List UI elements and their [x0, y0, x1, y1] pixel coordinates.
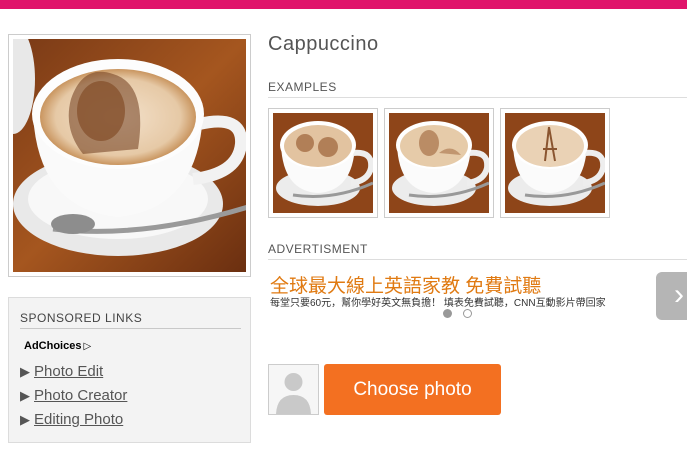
- top-brand-bar: [0, 0, 687, 9]
- ad-description: 每堂只要60元，幫你學好英文無負擔！ 填表免費試聽，CNN互動影片帶回家: [270, 298, 606, 309]
- examples-label: EXAMPLES: [268, 80, 337, 94]
- adchoices-icon: ▷: [83, 341, 92, 352]
- choose-photo-button[interactable]: Choose photo: [324, 364, 501, 415]
- play-arrow-icon: ▶: [20, 412, 30, 427]
- play-arrow-icon: ▶: [20, 388, 30, 403]
- avatar-placeholder: [276, 373, 311, 414]
- chevron-right-icon[interactable]: ›: [656, 272, 687, 320]
- adchoices-link[interactable]: AdChoices ▷: [24, 340, 91, 352]
- example-thumbnail[interactable]: [500, 108, 610, 218]
- sponsored-links-title: SPONSORED LINKS: [20, 311, 143, 325]
- sponsored-link-photo-creator[interactable]: ▶ Photo Creator: [20, 387, 127, 404]
- effect-preview-image: [8, 34, 251, 277]
- cappuccino-preview-illustration: [13, 39, 246, 272]
- sponsored-link-editing-photo[interactable]: ▶ Editing Photo: [20, 411, 123, 428]
- sponsored-link-label: Editing Photo: [34, 411, 124, 428]
- play-arrow-icon: ▶: [20, 364, 30, 379]
- sponsored-link-photo-edit[interactable]: ▶ Photo Edit: [20, 363, 103, 380]
- example-thumbnail[interactable]: [384, 108, 494, 218]
- example-thumbnail-image: [273, 113, 373, 213]
- adchoices-label: AdChoices: [24, 340, 82, 352]
- user-silhouette-icon: [268, 364, 319, 415]
- ad-carousel-dot-2[interactable]: [463, 309, 472, 318]
- divider: [268, 259, 687, 260]
- ad-carousel-dot-1[interactable]: [443, 309, 452, 318]
- example-thumbnail[interactable]: [268, 108, 378, 218]
- sponsored-link-label: Photo Creator: [34, 387, 128, 404]
- example-thumbnail-image: [389, 113, 489, 213]
- example-thumbnail-image: [505, 113, 605, 213]
- divider: [20, 328, 241, 329]
- sponsored-links-panel: SPONSORED LINKS AdChoices ▷ ▶ Photo Edit ▶…: [8, 297, 251, 443]
- divider: [268, 97, 687, 98]
- effect-title: Cappuccino: [268, 33, 379, 55]
- sponsored-link-label: Photo Edit: [34, 363, 104, 380]
- advertisement-label: ADVERTISMENT: [268, 242, 368, 256]
